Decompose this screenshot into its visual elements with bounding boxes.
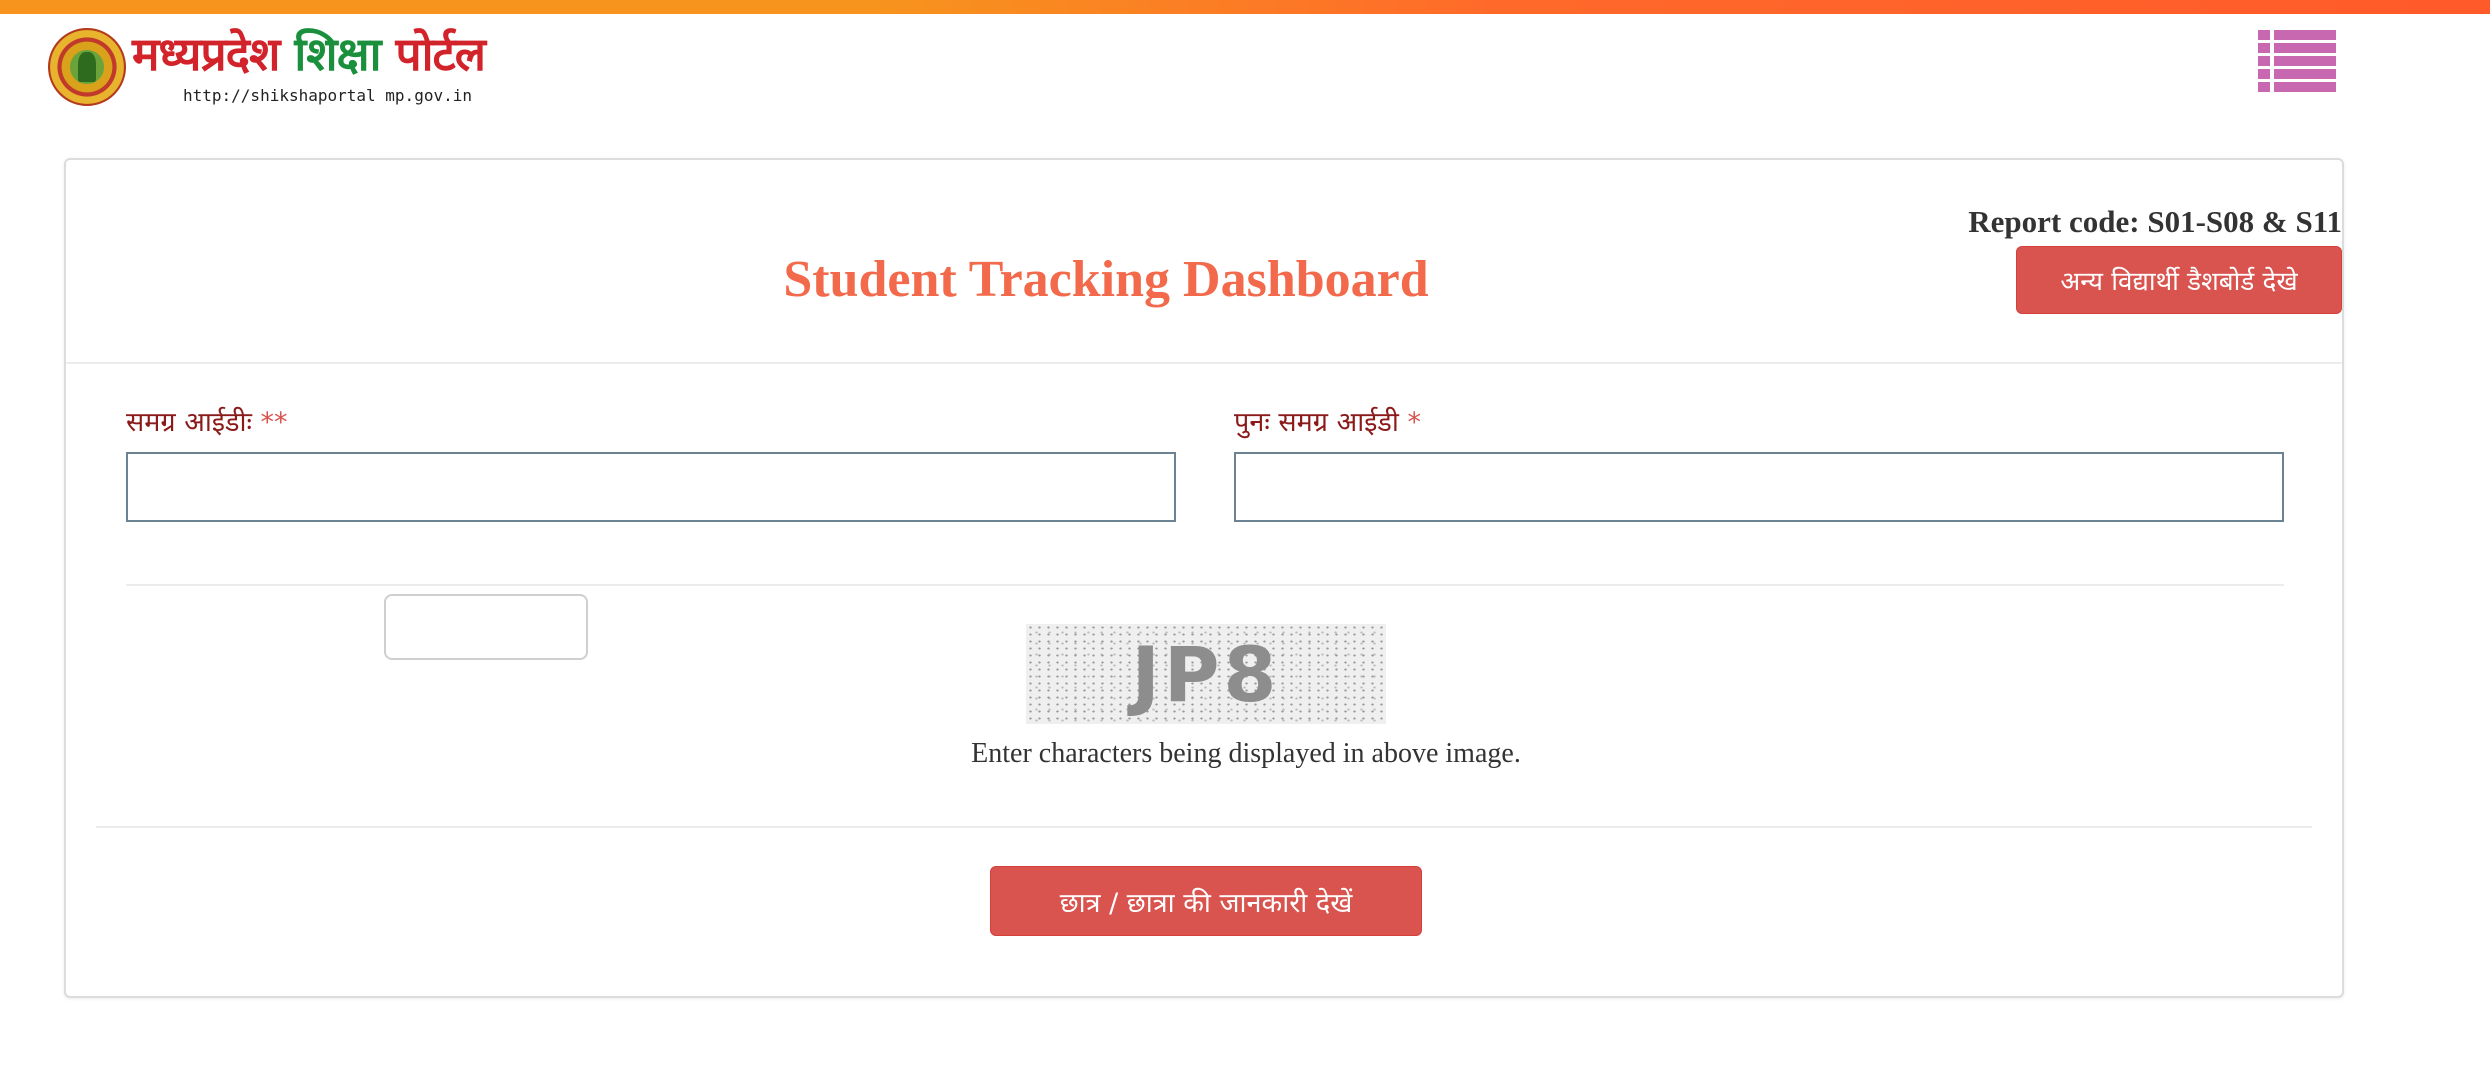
required-marker: ** xyxy=(260,407,288,438)
top-accent-bar xyxy=(0,0,2490,14)
list-menu-icon[interactable] xyxy=(2258,30,2336,92)
report-code: Report code: S01-S08 & S11 xyxy=(1968,204,2342,239)
confirm-samagra-id-input[interactable] xyxy=(1234,452,2284,522)
captcha-input[interactable] xyxy=(384,594,588,660)
logo-url: http://shikshaportal mp.gov.in xyxy=(183,86,472,105)
mp-emblem-icon xyxy=(48,28,126,106)
page-title: Student Tracking Dashboard xyxy=(783,251,1429,308)
header-divider xyxy=(66,362,2342,364)
captcha-text: JP8 xyxy=(1131,629,1281,719)
footer-divider xyxy=(96,826,2312,828)
logo-title: मध्यप्रदेश शिक्षा पोर्टल xyxy=(132,27,486,81)
captcha-image: JP8 xyxy=(1026,624,1386,724)
view-student-info-button[interactable]: छात्र / छात्रा की जानकारी देखें xyxy=(990,866,1422,936)
samagra-id-label: समग्र आईडीः ** xyxy=(126,407,288,438)
required-marker: * xyxy=(1407,407,1421,438)
confirm-samagra-id-label: पुनः समग्र आईडी * xyxy=(1234,407,1421,438)
captcha-hint: Enter characters being displayed in abov… xyxy=(971,738,1521,769)
other-student-dashboard-button[interactable]: अन्य विद्यार्थी डैशबोर्ड देखे xyxy=(2016,246,2342,314)
dashboard-panel: Report code: S01-S08 & S11 अन्य विद्यार्… xyxy=(64,158,2344,998)
samagra-id-input[interactable] xyxy=(126,452,1176,522)
form-divider xyxy=(126,584,2284,586)
site-logo[interactable]: मध्यप्रदेश शिक्षा पोर्टल http://shikshap… xyxy=(48,26,518,110)
